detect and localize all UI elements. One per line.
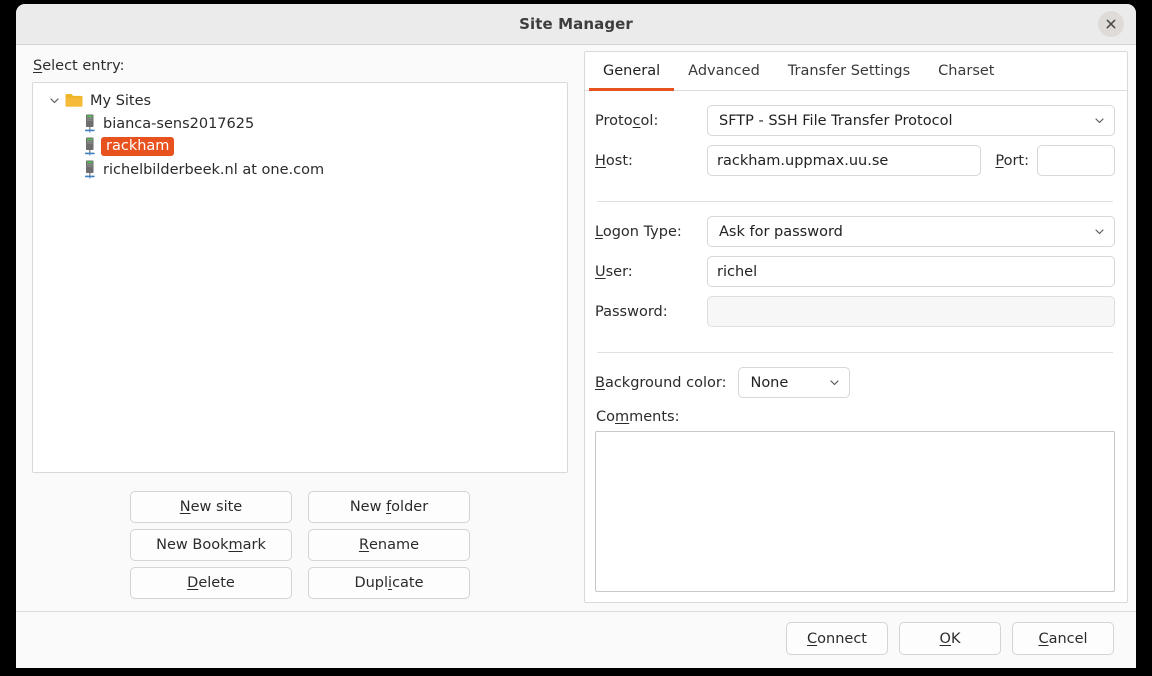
tab-advanced[interactable]: Advanced [674, 52, 774, 91]
user-row: User: [595, 256, 1115, 287]
chevron-down-icon [1094, 115, 1105, 126]
chevron-down-icon [829, 377, 840, 388]
port-input[interactable] [1037, 145, 1115, 176]
chevron-down-icon [1094, 226, 1105, 237]
tree-row-site[interactable]: bianca-sens2017625 [33, 112, 567, 135]
cancel-button[interactable]: Cancel [1012, 622, 1114, 655]
duplicate-button[interactable]: Dupl i cate [308, 567, 470, 599]
password-row: Password: [595, 296, 1115, 327]
tree-row-site[interactable]: richelbilderbeek.nl at one.com [33, 158, 567, 181]
password-input[interactable] [707, 296, 1115, 327]
titlebar: Site Manager [16, 4, 1136, 45]
left-pane: Select entry: My Sites bianca-sens201762… [16, 45, 584, 611]
select-entry-label: Select entry: [33, 58, 125, 74]
comments-label: Comments: [596, 409, 680, 425]
host-label: Host: [595, 152, 633, 169]
dialog-footer: Connect OK Cancel [16, 611, 1136, 668]
close-button[interactable] [1098, 11, 1124, 37]
new-bookmark-button[interactable]: New Book m ark [130, 529, 292, 561]
tree-label-my-sites: My Sites [90, 92, 152, 109]
new-folder-button[interactable]: New f older [308, 491, 470, 523]
protocol-select[interactable]: SFTP - SSH File Transfer Protocol [707, 105, 1115, 136]
tree-row-my-sites[interactable]: My Sites [33, 89, 567, 112]
divider [597, 201, 1113, 202]
server-icon [83, 114, 96, 133]
tabbar: General Advanced Transfer Settings Chars… [585, 52, 1127, 91]
background-color-select[interactable]: None [738, 367, 851, 398]
protocol-label: Protocol: [595, 112, 659, 129]
general-tab-content: Protocol: SFTP - SSH File Transfer Proto… [585, 91, 1127, 602]
right-pane: General Advanced Transfer Settings Chars… [584, 45, 1136, 611]
logon-type-row: Logon Type: Ask for password [595, 216, 1115, 247]
tab-general[interactable]: General [589, 52, 675, 91]
tab-charset[interactable]: Charset [924, 52, 1008, 91]
site-tree[interactable]: My Sites bianca-sens2017625 rackham rich… [32, 82, 568, 473]
ok-button[interactable]: OK [899, 622, 1001, 655]
new-site-button[interactable]: New site [130, 491, 292, 523]
user-input[interactable] [707, 256, 1115, 287]
protocol-row: Protocol: SFTP - SSH File Transfer Proto… [595, 105, 1115, 136]
tree-label-site: bianca-sens2017625 [103, 115, 255, 132]
background-color-value: None [750, 374, 789, 391]
tree-row-site[interactable]: rackham [33, 135, 567, 158]
settings-notebook: General Advanced Transfer Settings Chars… [584, 51, 1128, 603]
close-icon [1105, 18, 1117, 30]
protocol-value: SFTP - SSH File Transfer Protocol [719, 112, 953, 129]
user-label: User: [595, 263, 633, 280]
site-manager-dialog: Site Manager Select entry: My Sites bian… [16, 4, 1136, 668]
background-color-row: Background color: None [595, 367, 1115, 398]
tree-actions: New site New f older New Book m ark Rename … [32, 473, 568, 611]
server-icon [83, 137, 96, 156]
window-title: Site Manager [519, 15, 633, 33]
host-input[interactable] [707, 145, 982, 176]
background-color-label: Background color: [595, 374, 727, 391]
connect-button[interactable]: Connect [786, 622, 888, 655]
dialog-body: Select entry: My Sites bianca-sens201762… [16, 45, 1136, 611]
logon-type-select[interactable]: Ask for password [707, 216, 1115, 247]
chevron-down-icon[interactable] [45, 95, 63, 106]
folder-icon [65, 93, 83, 108]
port-label: Port: [995, 152, 1029, 169]
rename-button[interactable]: Rename [308, 529, 470, 561]
divider [597, 352, 1113, 353]
tree-label-site-selected: rackham [101, 137, 175, 156]
delete-button[interactable]: Delete [130, 567, 292, 599]
tab-transfer-settings[interactable]: Transfer Settings [774, 52, 924, 91]
logon-type-value: Ask for password [719, 223, 843, 240]
tree-label-site: richelbilderbeek.nl at one.com [103, 161, 325, 178]
host-row: Host: Port: [595, 145, 1115, 176]
comments-textarea[interactable] [595, 431, 1115, 592]
logon-type-label: Logon Type: [595, 223, 682, 240]
password-label: Password: [595, 303, 668, 320]
server-icon [83, 160, 96, 179]
